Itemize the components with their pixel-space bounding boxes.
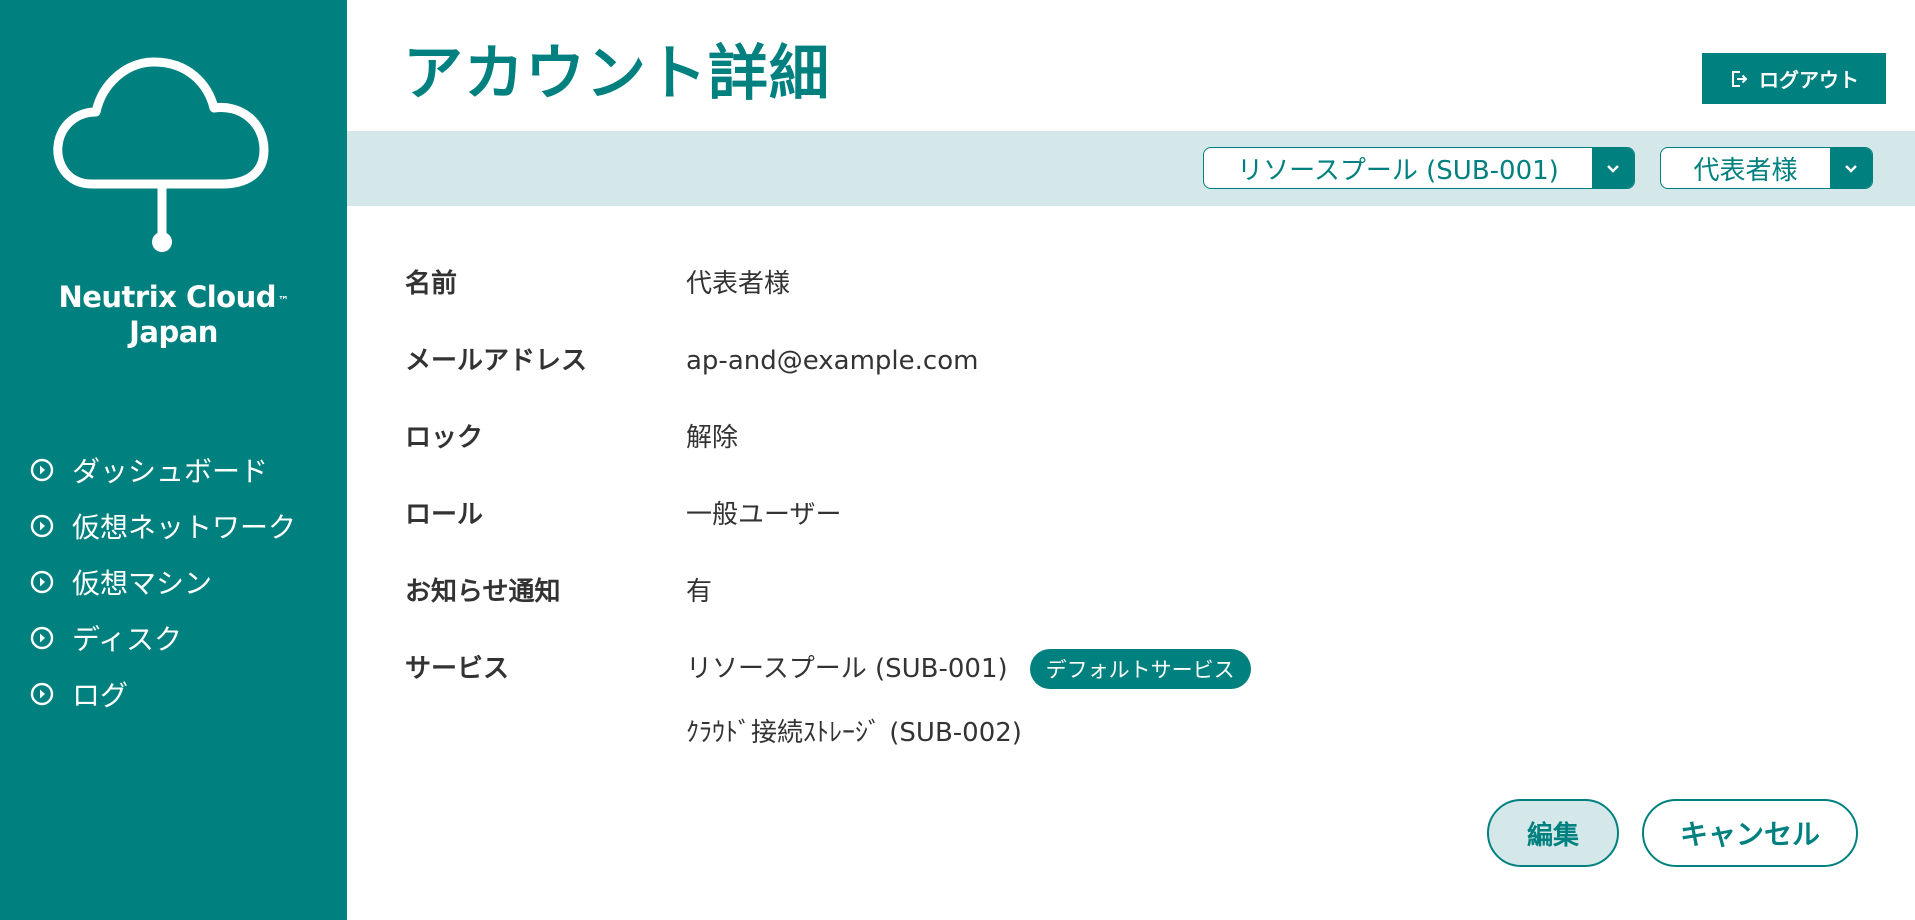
brand-name: Neutrix Cloud ™: [58, 280, 289, 314]
detail-row-services: サービス リソースプール (SUB-001) デフォルトサービス ｸﾗｳﾄﾞ接続…: [405, 647, 1251, 748]
chevron-down-icon: [1607, 165, 1619, 173]
sidebar-item-label: ダッシュボード: [72, 455, 269, 488]
service-name: リソースプール (SUB-001): [686, 654, 1008, 684]
role-label: ロール: [405, 500, 484, 530]
detail-row-role: ロール 一般ユーザー: [405, 493, 1251, 570]
sidebar-item-dashboard[interactable]: ダッシュボード: [30, 442, 296, 498]
chevron-down-icon: [1845, 165, 1857, 173]
circle-arrow-right-icon: [30, 458, 54, 482]
service-select-toggle[interactable]: [1592, 148, 1634, 188]
default-service-badge: デフォルトサービス: [1029, 649, 1251, 689]
role-value: 一般ユーザー: [686, 500, 842, 530]
sidebar-item-virtual-network[interactable]: 仮想ネットワーク: [30, 498, 296, 554]
service-select-value: リソースプール (SUB-001): [1237, 155, 1559, 186]
sidebar-item-disk[interactable]: ディスク: [30, 610, 296, 666]
filter-bar: リソースプール (SUB-001) 代表者様: [347, 131, 1915, 206]
services-label: サービス: [405, 654, 510, 684]
sidebar-item-label: 仮想マシン: [72, 567, 213, 600]
main-content: アカウント詳細 ログアウト リソースプール (SUB-001) 代表者様 名前 …: [347, 0, 1915, 920]
email-value: ap-and@example.com: [686, 346, 979, 376]
brand-region: Japan: [129, 315, 218, 349]
cloud-network-icon: [53, 57, 269, 252]
email-label: メールアドレス: [405, 346, 588, 376]
service-name: ｸﾗｳﾄﾞ接続ｽﾄﾚｰｼﾞ (SUB-002): [686, 718, 1022, 748]
page-title: アカウント詳細: [403, 39, 830, 109]
service-item: リソースプール (SUB-001) デフォルトサービス: [686, 647, 1251, 691]
detail-row-lock: ロック 解除: [405, 416, 1251, 493]
sidebar-item-virtual-machine[interactable]: 仮想マシン: [30, 554, 296, 610]
sidebar-item-label: ログ: [72, 679, 129, 712]
detail-row-name: 名前 代表者様: [405, 262, 1251, 339]
circle-arrow-right-icon: [30, 570, 54, 594]
logout-icon: [1732, 70, 1748, 87]
service-item: ｸﾗｳﾄﾞ接続ｽﾄﾚｰｼﾞ (SUB-002): [686, 711, 1251, 755]
sidebar-item-log[interactable]: ログ: [30, 666, 296, 722]
notification-value: 有: [686, 577, 713, 607]
user-select[interactable]: 代表者様: [1660, 147, 1873, 189]
circle-arrow-right-icon: [30, 514, 54, 538]
sidebar-item-label: ディスク: [72, 623, 183, 656]
logout-button[interactable]: ログアウト: [1702, 53, 1886, 104]
circle-arrow-right-icon: [30, 626, 54, 650]
cancel-button[interactable]: キャンセル: [1642, 799, 1858, 867]
sidebar-nav: ダッシュボード 仮想ネットワーク 仮想マシン ディスク ログ: [30, 442, 296, 722]
service-select[interactable]: リソースプール (SUB-001): [1203, 147, 1635, 189]
name-label: 名前: [405, 269, 458, 299]
detail-row-notification: お知らせ通知 有: [405, 570, 1251, 647]
logout-label: ログアウト: [1759, 68, 1859, 92]
lock-value: 解除: [686, 423, 739, 453]
lock-label: ロック: [405, 423, 484, 453]
account-details: 名前 代表者様 メールアドレス ap-and@example.com ロック 解…: [405, 262, 1251, 748]
sidebar-item-label: 仮想ネットワーク: [72, 511, 297, 544]
sidebar: Neutrix Cloud ™ Japan ダッシュボード 仮想ネットワーク 仮想…: [0, 0, 347, 920]
services-list: リソースプール (SUB-001) デフォルトサービス ｸﾗｳﾄﾞ接続ｽﾄﾚｰｼ…: [686, 647, 1251, 755]
edit-button[interactable]: 編集: [1487, 799, 1619, 867]
user-select-value: 代表者様: [1693, 155, 1798, 186]
detail-row-email: メールアドレス ap-and@example.com: [405, 339, 1251, 416]
user-select-toggle[interactable]: [1830, 148, 1872, 188]
name-value: 代表者様: [686, 269, 791, 299]
notification-label: お知らせ通知: [405, 577, 561, 607]
circle-arrow-right-icon: [30, 682, 54, 706]
